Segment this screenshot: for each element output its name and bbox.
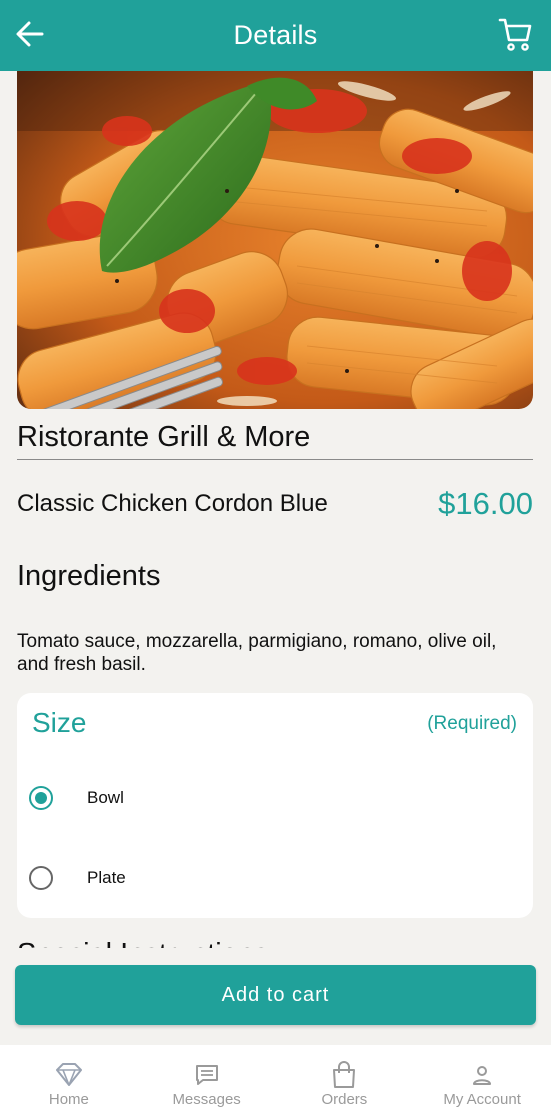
item-row: Classic Chicken Cordon Blue $16.00 bbox=[17, 486, 533, 522]
add-to-cart-button[interactable]: Add to cart bbox=[15, 965, 536, 1025]
food-image bbox=[17, 71, 533, 409]
size-option-bowl[interactable]: Bowl bbox=[29, 773, 519, 823]
size-card: Size (Required) Bowl Plate bbox=[17, 693, 533, 918]
item-price: $16.00 bbox=[438, 486, 533, 521]
item-name: Classic Chicken Cordon Blue bbox=[17, 490, 328, 517]
person-icon bbox=[467, 1061, 497, 1089]
nav-label: My Account bbox=[443, 1091, 521, 1108]
ingredients-text: Tomato sauce, mozzarella, parmigiano, ro… bbox=[17, 631, 497, 675]
nav-item-orders[interactable]: Orders bbox=[276, 1045, 414, 1115]
nav-label: Messages bbox=[172, 1091, 241, 1108]
bottom-nav: Home Messages Orders My Account bbox=[0, 1045, 551, 1115]
size-option-label: Bowl bbox=[87, 788, 124, 807]
nav-label: Home bbox=[48, 1091, 89, 1108]
shopping-bag-icon bbox=[329, 1061, 359, 1089]
nav-label: Orders bbox=[321, 1091, 368, 1108]
special-instructions-title: Special Instructions bbox=[17, 934, 268, 948]
nav-item-messages[interactable]: Messages bbox=[138, 1045, 276, 1115]
nav-item-home[interactable]: Home bbox=[0, 1045, 138, 1115]
ingredients-title: Ingredients bbox=[17, 560, 161, 592]
size-option-label: Plate bbox=[87, 868, 126, 887]
radio-checked-icon[interactable] bbox=[29, 786, 53, 810]
arrow-left-icon bbox=[16, 21, 44, 47]
message-icon bbox=[192, 1061, 222, 1089]
restaurant-name: Ristorante Grill & More bbox=[17, 421, 533, 460]
size-title: Size bbox=[32, 707, 87, 738]
diamond-home-icon bbox=[54, 1061, 84, 1089]
page-title: Details bbox=[233, 20, 318, 50]
required-label: (Required) bbox=[427, 713, 517, 734]
size-option-plate[interactable]: Plate bbox=[29, 853, 519, 903]
nav-item-my-account[interactable]: My Account bbox=[413, 1045, 551, 1115]
radio-unchecked-icon[interactable] bbox=[29, 866, 53, 890]
app-bar: Details bbox=[0, 0, 551, 71]
cart-button[interactable] bbox=[497, 14, 535, 54]
back-button[interactable] bbox=[12, 16, 48, 52]
cart-icon bbox=[498, 18, 532, 51]
